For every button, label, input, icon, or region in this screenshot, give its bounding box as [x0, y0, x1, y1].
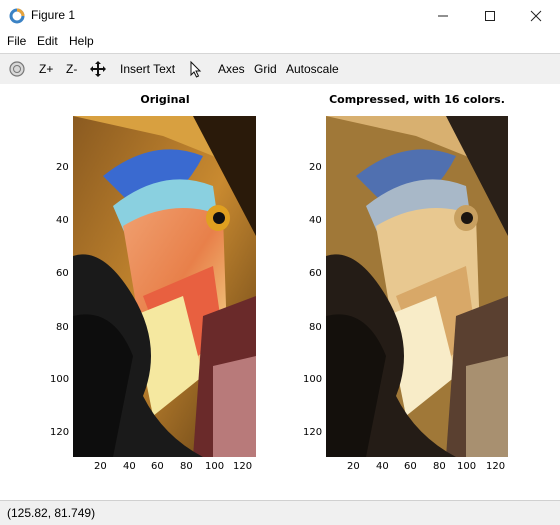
cursor-coordinates: (125.82, 81.749) — [7, 506, 96, 520]
y-tick: 100 — [50, 374, 70, 385]
x-tick: 60 — [151, 461, 164, 472]
menu-bar: File Edit Help — [0, 31, 560, 51]
figure-canvas[interactable]: Original Compressed, with 16 colors. 20 … — [0, 84, 560, 500]
x-tick: 20 — [94, 461, 107, 472]
y-tick: 20 — [56, 162, 69, 173]
x-tick: 80 — [433, 461, 446, 472]
y-tick: 60 — [56, 268, 69, 279]
plot-title-original: Original — [140, 93, 190, 106]
pointer-icon[interactable] — [187, 60, 205, 78]
close-button[interactable] — [513, 0, 559, 31]
x-tick: 120 — [486, 461, 506, 472]
y-tick: 60 — [309, 268, 322, 279]
menu-help[interactable]: Help — [69, 34, 94, 48]
menu-edit[interactable]: Edit — [37, 34, 58, 48]
x-tick: 120 — [233, 461, 253, 472]
x-tick: 40 — [376, 461, 389, 472]
maximize-button[interactable] — [467, 0, 513, 31]
x-tick: 60 — [404, 461, 417, 472]
status-bar: (125.82, 81.749) — [0, 500, 560, 525]
y-tick: 100 — [303, 374, 323, 385]
x-tick: 40 — [123, 461, 136, 472]
autoscale-button[interactable]: Autoscale — [286, 62, 339, 76]
insert-text-button[interactable]: Insert Text — [120, 62, 175, 76]
x-tick: 100 — [457, 461, 477, 472]
y-tick: 80 — [56, 322, 69, 333]
grid-button[interactable]: Grid — [254, 62, 277, 76]
original-image — [73, 116, 256, 457]
y-tick: 40 — [56, 215, 69, 226]
close-icon — [530, 10, 542, 21]
minimize-button[interactable] — [420, 0, 466, 31]
x-tick: 100 — [205, 461, 225, 472]
y-tick: 120 — [303, 427, 323, 438]
x-tick: 80 — [180, 461, 193, 472]
compressed-image — [326, 116, 508, 457]
axes-button[interactable]: Axes — [218, 62, 245, 76]
rotate-icon[interactable] — [8, 60, 26, 78]
toolbar: Z+ Z- Insert Text Axes Grid Autoscale — [0, 53, 560, 85]
menu-file[interactable]: File — [7, 34, 26, 48]
zoom-in-button[interactable]: Z+ — [39, 62, 53, 76]
y-tick: 80 — [309, 322, 322, 333]
app-icon — [9, 8, 25, 24]
pan-icon[interactable] — [89, 60, 107, 78]
y-tick: 120 — [50, 427, 70, 438]
plot-title-compressed: Compressed, with 16 colors. — [329, 93, 505, 106]
y-tick: 20 — [309, 162, 322, 173]
title-bar: Figure 1 — [0, 0, 560, 31]
y-tick: 40 — [309, 215, 322, 226]
window-title: Figure 1 — [31, 8, 76, 22]
minimize-icon — [438, 15, 448, 16]
maximize-icon — [485, 10, 495, 21]
zoom-out-button[interactable]: Z- — [66, 62, 77, 76]
x-tick: 20 — [347, 461, 360, 472]
